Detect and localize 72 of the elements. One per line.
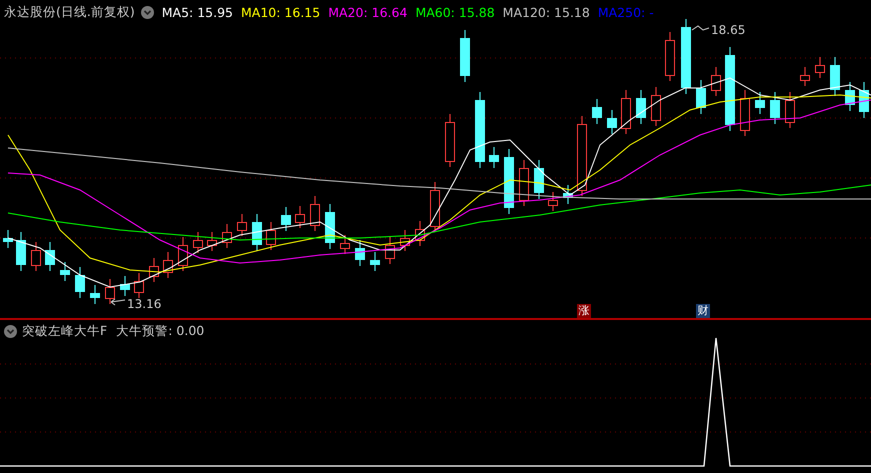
candlestick — [592, 98, 602, 124]
candlestick — [859, 82, 869, 118]
indicator-title: 突破左峰大牛F — [22, 323, 108, 340]
candlestick — [120, 276, 130, 296]
candlestick — [207, 232, 217, 252]
candlestick — [163, 252, 173, 278]
candlestick — [800, 66, 810, 86]
high-price-label: 18.65 — [711, 23, 746, 37]
candlestick — [563, 184, 573, 204]
moving-average-value: MA10: 16.15 — [241, 5, 320, 20]
candlestick — [830, 56, 840, 96]
event-marker[interactable]: 财 — [696, 304, 710, 318]
candlestick — [149, 258, 159, 282]
candlestick — [534, 160, 544, 200]
indicator-reading: 大牛预警: 0.00 — [116, 323, 204, 340]
moving-average-value: MA20: 16.64 — [328, 5, 408, 20]
candlestick — [310, 196, 320, 232]
candlestick — [355, 240, 365, 266]
candlestick — [281, 206, 291, 232]
candlestick — [340, 234, 350, 254]
candlestick — [60, 262, 70, 282]
dropdown-icon[interactable] — [140, 6, 154, 19]
candlestick — [400, 230, 410, 252]
candlestick — [845, 82, 855, 112]
candlestick — [621, 90, 631, 134]
candlestick — [325, 204, 335, 250]
candlestick — [45, 242, 55, 272]
candlestick — [519, 160, 529, 206]
candlestick — [548, 192, 558, 212]
moving-average-value: MA250: - — [598, 5, 654, 20]
candlestick — [740, 90, 750, 136]
candlestick — [755, 92, 765, 114]
candlestick — [178, 236, 188, 272]
candlestick — [134, 272, 144, 298]
moving-average-value: MA60: 15.88 — [415, 5, 495, 20]
leader-line — [110, 298, 126, 306]
candlestick — [90, 284, 100, 304]
candlestick — [31, 242, 41, 272]
candlestick — [266, 222, 276, 250]
candlestick — [415, 220, 425, 246]
moving-average-value: MA5: 15.95 — [162, 5, 233, 20]
moving-average-value: MA120: 15.18 — [502, 5, 590, 20]
candlestick — [237, 214, 247, 236]
candlestick — [3, 230, 13, 248]
candlestick — [504, 148, 514, 214]
candlestick — [430, 182, 440, 232]
event-marker[interactable]: 涨 — [577, 304, 591, 318]
low-price-label: 13.16 — [127, 297, 162, 311]
candlestick — [785, 92, 795, 128]
candlestick — [636, 90, 646, 124]
candlestick — [651, 86, 661, 126]
candlestick — [460, 30, 470, 82]
candlestick — [711, 66, 721, 96]
candlestick — [385, 236, 395, 264]
candlestick — [696, 80, 706, 114]
candlestick — [193, 232, 203, 254]
candlestick — [770, 92, 780, 124]
candlestick — [252, 214, 262, 252]
candlestick — [607, 110, 617, 134]
candlestick — [295, 206, 305, 228]
candlestick — [16, 232, 26, 272]
candlestick — [489, 146, 499, 168]
candlestick — [222, 224, 232, 248]
candlestick — [665, 32, 675, 82]
candlestick — [370, 252, 380, 272]
chart-title: 永达股份(日线.前复权) — [4, 4, 135, 21]
candlestick — [445, 114, 455, 168]
candlestick — [105, 278, 115, 304]
dropdown-icon[interactable] — [4, 325, 17, 338]
candlestick — [75, 266, 85, 298]
candlestick — [815, 56, 825, 78]
leader-line — [692, 25, 710, 31]
